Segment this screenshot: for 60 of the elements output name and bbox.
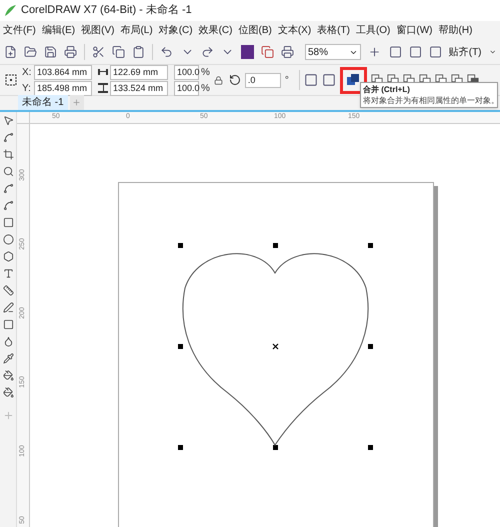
ellipse-tool-icon[interactable] xyxy=(2,234,14,245)
tooltip-description: 将对象合并为有相同属性的单一对象。 xyxy=(363,95,499,106)
snap-to-menu[interactable]: 贴齐(T) xyxy=(448,44,482,60)
pick-tool-icon[interactable] xyxy=(2,115,14,126)
menu-item[interactable]: 视图(V) xyxy=(81,23,114,38)
rotation-field[interactable]: .0 xyxy=(244,72,281,88)
x-label: X: xyxy=(22,66,32,80)
text-tool-icon[interactable] xyxy=(2,268,14,279)
width-field[interactable]: 122.69 mm xyxy=(110,64,168,80)
dimension-tool-icon[interactable] xyxy=(2,285,14,296)
save-icon[interactable] xyxy=(44,45,58,59)
menu-item[interactable]: 帮助(H) xyxy=(438,23,472,38)
connector-tool-icon[interactable] xyxy=(2,302,14,313)
width-icon xyxy=(98,69,108,75)
fill-tool-icon[interactable] xyxy=(2,370,14,381)
menu-item[interactable]: 效果(C) xyxy=(198,23,232,38)
scale-y-field[interactable]: 100.0 xyxy=(174,80,199,96)
clipboard-icon[interactable] xyxy=(132,45,146,59)
rotate-icon xyxy=(228,74,241,86)
menu-item[interactable]: 对象(C) xyxy=(158,23,193,38)
menu-item[interactable]: 工具(O) xyxy=(356,23,390,38)
polygon-tool-icon[interactable] xyxy=(2,251,14,262)
degree-label: ° xyxy=(284,74,289,88)
menu-item[interactable]: 编辑(E) xyxy=(42,23,76,38)
percent-label: % xyxy=(201,82,210,96)
window-title: CorelDRAW X7 (64-Bit) - 未命名 -1 xyxy=(21,3,192,18)
transparency-icon[interactable] xyxy=(2,336,14,347)
redo-icon[interactable] xyxy=(200,45,214,59)
caret-icon[interactable] xyxy=(488,48,496,56)
height-field[interactable]: 133.524 mm xyxy=(110,80,168,96)
app-logo-icon xyxy=(4,4,17,17)
plus-icon xyxy=(72,98,82,107)
combine-icon xyxy=(346,73,360,87)
crop-tool-icon[interactable] xyxy=(2,149,14,160)
menu-item[interactable]: 表格(T) xyxy=(317,23,350,38)
menu-item[interactable]: 位图(B) xyxy=(238,23,272,38)
undo-icon[interactable] xyxy=(160,45,174,59)
copy-icon[interactable] xyxy=(112,45,126,59)
y-position-field[interactable]: 185.498 mm xyxy=(34,80,92,96)
scale-x-field[interactable]: 100.0 xyxy=(174,64,199,80)
scissors-icon[interactable] xyxy=(92,45,106,59)
rectangle-tool-icon[interactable] xyxy=(2,217,14,228)
document-tab[interactable]: 未命名 -1 xyxy=(18,95,68,110)
new-document-icon[interactable] xyxy=(4,45,18,59)
menu-item[interactable]: 窗口(W) xyxy=(396,23,433,38)
height-icon xyxy=(98,83,108,93)
eyedropper-icon[interactable] xyxy=(2,353,14,364)
y-label: Y: xyxy=(22,82,32,96)
percent-label: % xyxy=(201,66,210,80)
zoom-tool-icon[interactable] xyxy=(2,166,14,177)
lock-icon[interactable] xyxy=(214,76,223,84)
menu-item[interactable]: 文本(X) xyxy=(278,23,312,38)
printer-icon[interactable] xyxy=(64,45,78,59)
open-folder-icon[interactable] xyxy=(24,45,38,59)
x-position-field[interactable]: 103.864 mm xyxy=(34,64,92,80)
menu-item[interactable]: 文件(F) xyxy=(3,23,36,38)
menu-item[interactable]: 布局(L) xyxy=(120,23,153,38)
tooltip-title: 合并 (Ctrl+L) xyxy=(363,84,410,95)
zoom-dropdown[interactable]: 58% xyxy=(304,44,362,60)
object-origin-icon[interactable] xyxy=(4,73,18,87)
